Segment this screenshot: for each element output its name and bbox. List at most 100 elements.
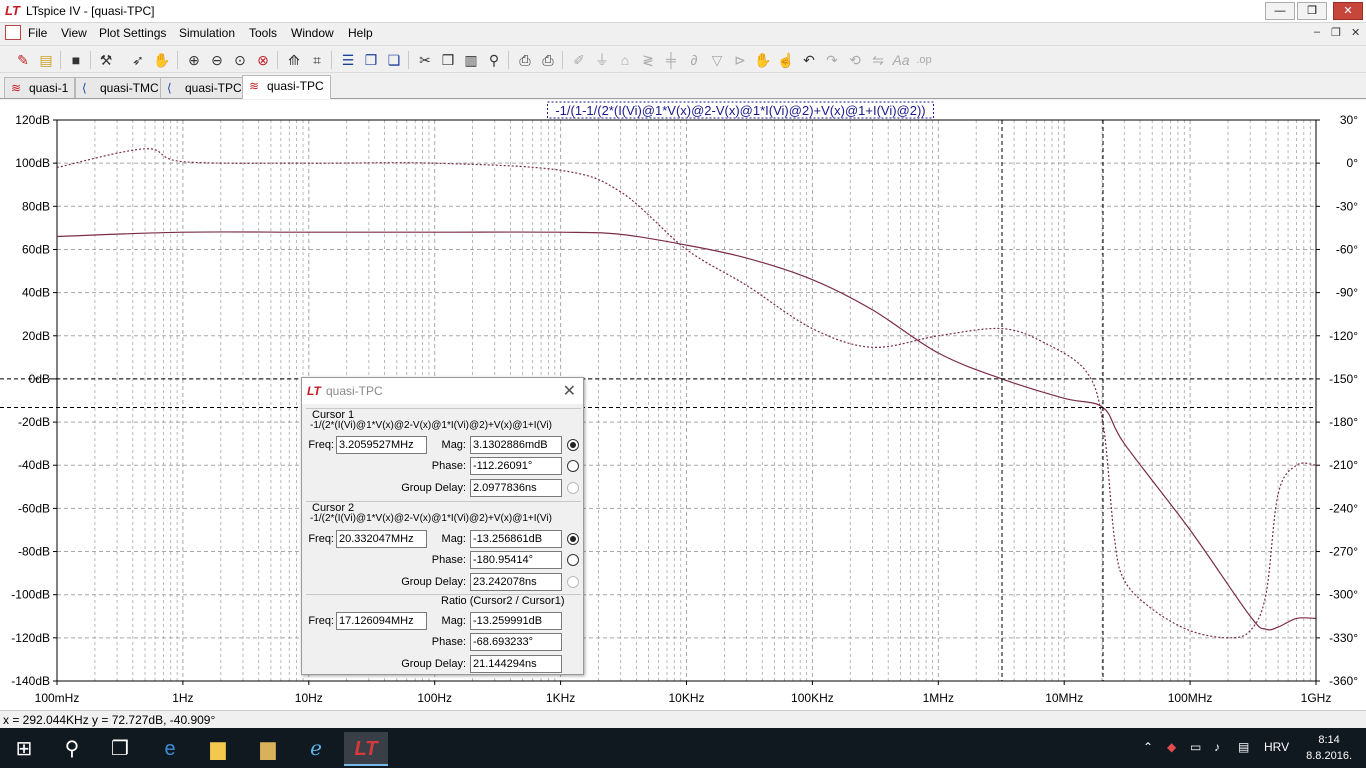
cursor-dialog[interactable]: LT quasi-TPC ✕ Cursor 1 -1/(2*(I(Vi)@1*V… xyxy=(301,377,584,675)
text-icon[interactable]: Aa xyxy=(891,50,911,70)
halt-icon[interactable]: ✋ xyxy=(152,50,172,70)
menu-tools[interactable]: Tools xyxy=(249,26,277,40)
volume-icon[interactable]: ♪ xyxy=(1214,740,1220,754)
trace-label: -1/(1-1/(2*(I(Vi)@1*V(x)@2-V(x)@1*I(Vi)@… xyxy=(555,103,925,118)
zoom-cancel-icon[interactable]: ⊗ xyxy=(253,50,273,70)
y-right-tick-label: 0° xyxy=(1347,156,1359,170)
ratio-mag-field[interactable]: -13.259991dB xyxy=(470,612,562,630)
cursor2-mag-radio[interactable] xyxy=(567,533,579,545)
cursor-readout: x = 292.044KHz y = 72.727dB, -40.909° xyxy=(3,713,216,727)
menu-view[interactable]: View xyxy=(61,26,87,40)
zoom-full-icon[interactable]: ⊙ xyxy=(230,50,250,70)
capacitor-icon[interactable]: ╪ xyxy=(661,50,681,70)
menu-file[interactable]: File xyxy=(28,26,47,40)
clock[interactable]: 8:14 8.8.2016. xyxy=(1306,732,1352,764)
cursor2-freq-field[interactable]: 20.332047MHz xyxy=(336,530,427,548)
restore-button[interactable]: ❐ xyxy=(1297,2,1327,20)
cursor1-phase-radio[interactable] xyxy=(567,460,579,472)
ratio-group-delay-field[interactable]: 21.144294ns xyxy=(470,655,562,673)
run-icon[interactable]: ➶ xyxy=(128,50,148,70)
find-icon[interactable]: ⚲ xyxy=(484,50,504,70)
new-schematic-icon[interactable]: ✎ xyxy=(13,50,33,70)
mirror-icon[interactable]: ⇋ xyxy=(868,50,888,70)
close-button[interactable]: ✕ xyxy=(1333,2,1363,20)
spice-directive-icon[interactable]: .op xyxy=(914,50,934,70)
cursor2-phase-field[interactable]: -180.95414° xyxy=(470,551,562,569)
mdi-minimize-button[interactable]: – xyxy=(1314,26,1320,38)
tab-label: quasi-1 xyxy=(29,81,69,95)
internet-explorer-icon[interactable]: ℯ xyxy=(294,732,338,766)
diode-icon[interactable]: ▽ xyxy=(707,50,727,70)
print-setup-icon[interactable]: ⎙ xyxy=(515,50,535,70)
open-icon[interactable]: ▤ xyxy=(36,50,56,70)
ground-icon[interactable]: ⏚ xyxy=(592,50,612,70)
undo-icon[interactable]: ↶ xyxy=(799,50,819,70)
cursor2-phase-radio[interactable] xyxy=(567,554,579,566)
menu-plot-settings[interactable]: Plot Settings xyxy=(99,26,166,40)
mdi-restore-button[interactable]: ❐ xyxy=(1331,26,1341,39)
cursor2-group-delay-field[interactable]: 23.242078ns xyxy=(470,573,562,591)
cascade-icon[interactable]: ❐ xyxy=(361,50,381,70)
cursor1-freq-field[interactable]: 3.2059527MHz xyxy=(336,436,427,454)
cursor1-mag-label: Mag: xyxy=(441,439,466,451)
show-hidden-icons-icon[interactable]: ⌃ xyxy=(1143,740,1153,754)
tab-quasi-tpc-schematic[interactable]: ⟨ quasi-TPC xyxy=(160,77,249,98)
tab-quasi-tmc[interactable]: ⟨ quasi-TMC xyxy=(75,77,166,98)
cursor2-group-delay-radio[interactable] xyxy=(567,576,579,588)
inductor-icon[interactable]: ∂ xyxy=(684,50,704,70)
cursor1-mag-radio[interactable] xyxy=(567,439,579,451)
cursor1-mag-field[interactable]: 3.1302886mdB xyxy=(470,436,562,454)
minimize-button[interactable]: — xyxy=(1265,2,1295,20)
grid-icon[interactable]: ⌗ xyxy=(307,50,327,70)
zoom-in-icon[interactable]: ⊕ xyxy=(184,50,204,70)
dialog-titlebar[interactable]: LT quasi-TPC ✕ xyxy=(302,378,583,404)
action-center-icon[interactable]: ▤ xyxy=(1238,740,1249,754)
tab-quasi-tpc-waveform[interactable]: ≋ quasi-TPC xyxy=(242,75,331,99)
menu-help[interactable]: Help xyxy=(348,26,373,40)
copy-icon[interactable]: ❒ xyxy=(438,50,458,70)
label-icon[interactable]: ⌂ xyxy=(615,50,635,70)
autorange-icon[interactable]: ⟰ xyxy=(284,50,304,70)
ratio-freq-field[interactable]: 17.126094MHz xyxy=(336,612,427,630)
zoom-out-icon[interactable]: ⊖ xyxy=(207,50,227,70)
y-right-tick-label: -360° xyxy=(1329,674,1358,688)
ltspice-icon[interactable]: LT xyxy=(344,732,388,766)
edge-icon[interactable]: e xyxy=(148,732,192,766)
cursor1-phase-field[interactable]: -112.26091° xyxy=(470,457,562,475)
dialog-close-button[interactable]: ✕ xyxy=(563,381,576,401)
antivirus-icon[interactable]: ◆ xyxy=(1167,740,1176,754)
y-right-tick-label: -60° xyxy=(1336,242,1358,256)
task-view-icon[interactable]: ❐ xyxy=(98,732,142,766)
component-icon[interactable]: ⊳ xyxy=(730,50,750,70)
file-explorer-icon[interactable]: ▆ xyxy=(196,732,240,766)
start-icon[interactable]: ⊞ xyxy=(2,732,46,766)
redo-icon[interactable]: ↷ xyxy=(822,50,842,70)
rotate-icon[interactable]: ⟲ xyxy=(845,50,865,70)
wire-icon[interactable]: ✐ xyxy=(569,50,589,70)
tile-vertical-icon[interactable]: ❏ xyxy=(384,50,404,70)
language-indicator[interactable]: HRV xyxy=(1264,740,1289,754)
tile-horizontal-icon[interactable]: ☰ xyxy=(338,50,358,70)
paste-icon[interactable]: ▥ xyxy=(461,50,481,70)
cursor1-group-delay-field[interactable]: 2.0977836ns xyxy=(470,479,562,497)
ratio-phase-field[interactable]: -68.693233° xyxy=(470,633,562,651)
mdi-close-button[interactable]: ✕ xyxy=(1351,26,1360,39)
print-icon[interactable]: ⎙ xyxy=(538,50,558,70)
move-icon[interactable]: ✋ xyxy=(753,50,773,70)
waveform-plot[interactable]: 100mHz 1Hz 10Hz 100Hz 1KHz 10KHz 100KHz 1MHz 10M… xyxy=(0,100,1366,710)
folder-icon[interactable]: ▆ xyxy=(246,732,290,766)
menu-simulation[interactable]: Simulation xyxy=(179,26,235,40)
cursor1-group-delay-radio[interactable] xyxy=(567,482,579,494)
bode-plot-svg[interactable]: 100mHz 1Hz 10Hz 100Hz 1KHz 10KHz 100KHz 1MHz 10M… xyxy=(0,100,1366,710)
drag-icon[interactable]: ☝ xyxy=(776,50,796,70)
menu-window[interactable]: Window xyxy=(291,26,334,40)
save-icon[interactable]: ■ xyxy=(66,50,86,70)
control-panel-icon[interactable]: ⚒ xyxy=(96,50,116,70)
network-icon[interactable]: ▭ xyxy=(1190,740,1201,754)
cut-icon[interactable]: ✂ xyxy=(415,50,435,70)
tab-quasi-1[interactable]: ≋ quasi-1 xyxy=(4,77,76,98)
cursor2-mag-field[interactable]: -13.256861dB xyxy=(470,530,562,548)
resistor-icon[interactable]: ≷ xyxy=(638,50,658,70)
document-icon[interactable] xyxy=(5,25,21,40)
search-icon[interactable]: ⚲ xyxy=(50,732,94,766)
